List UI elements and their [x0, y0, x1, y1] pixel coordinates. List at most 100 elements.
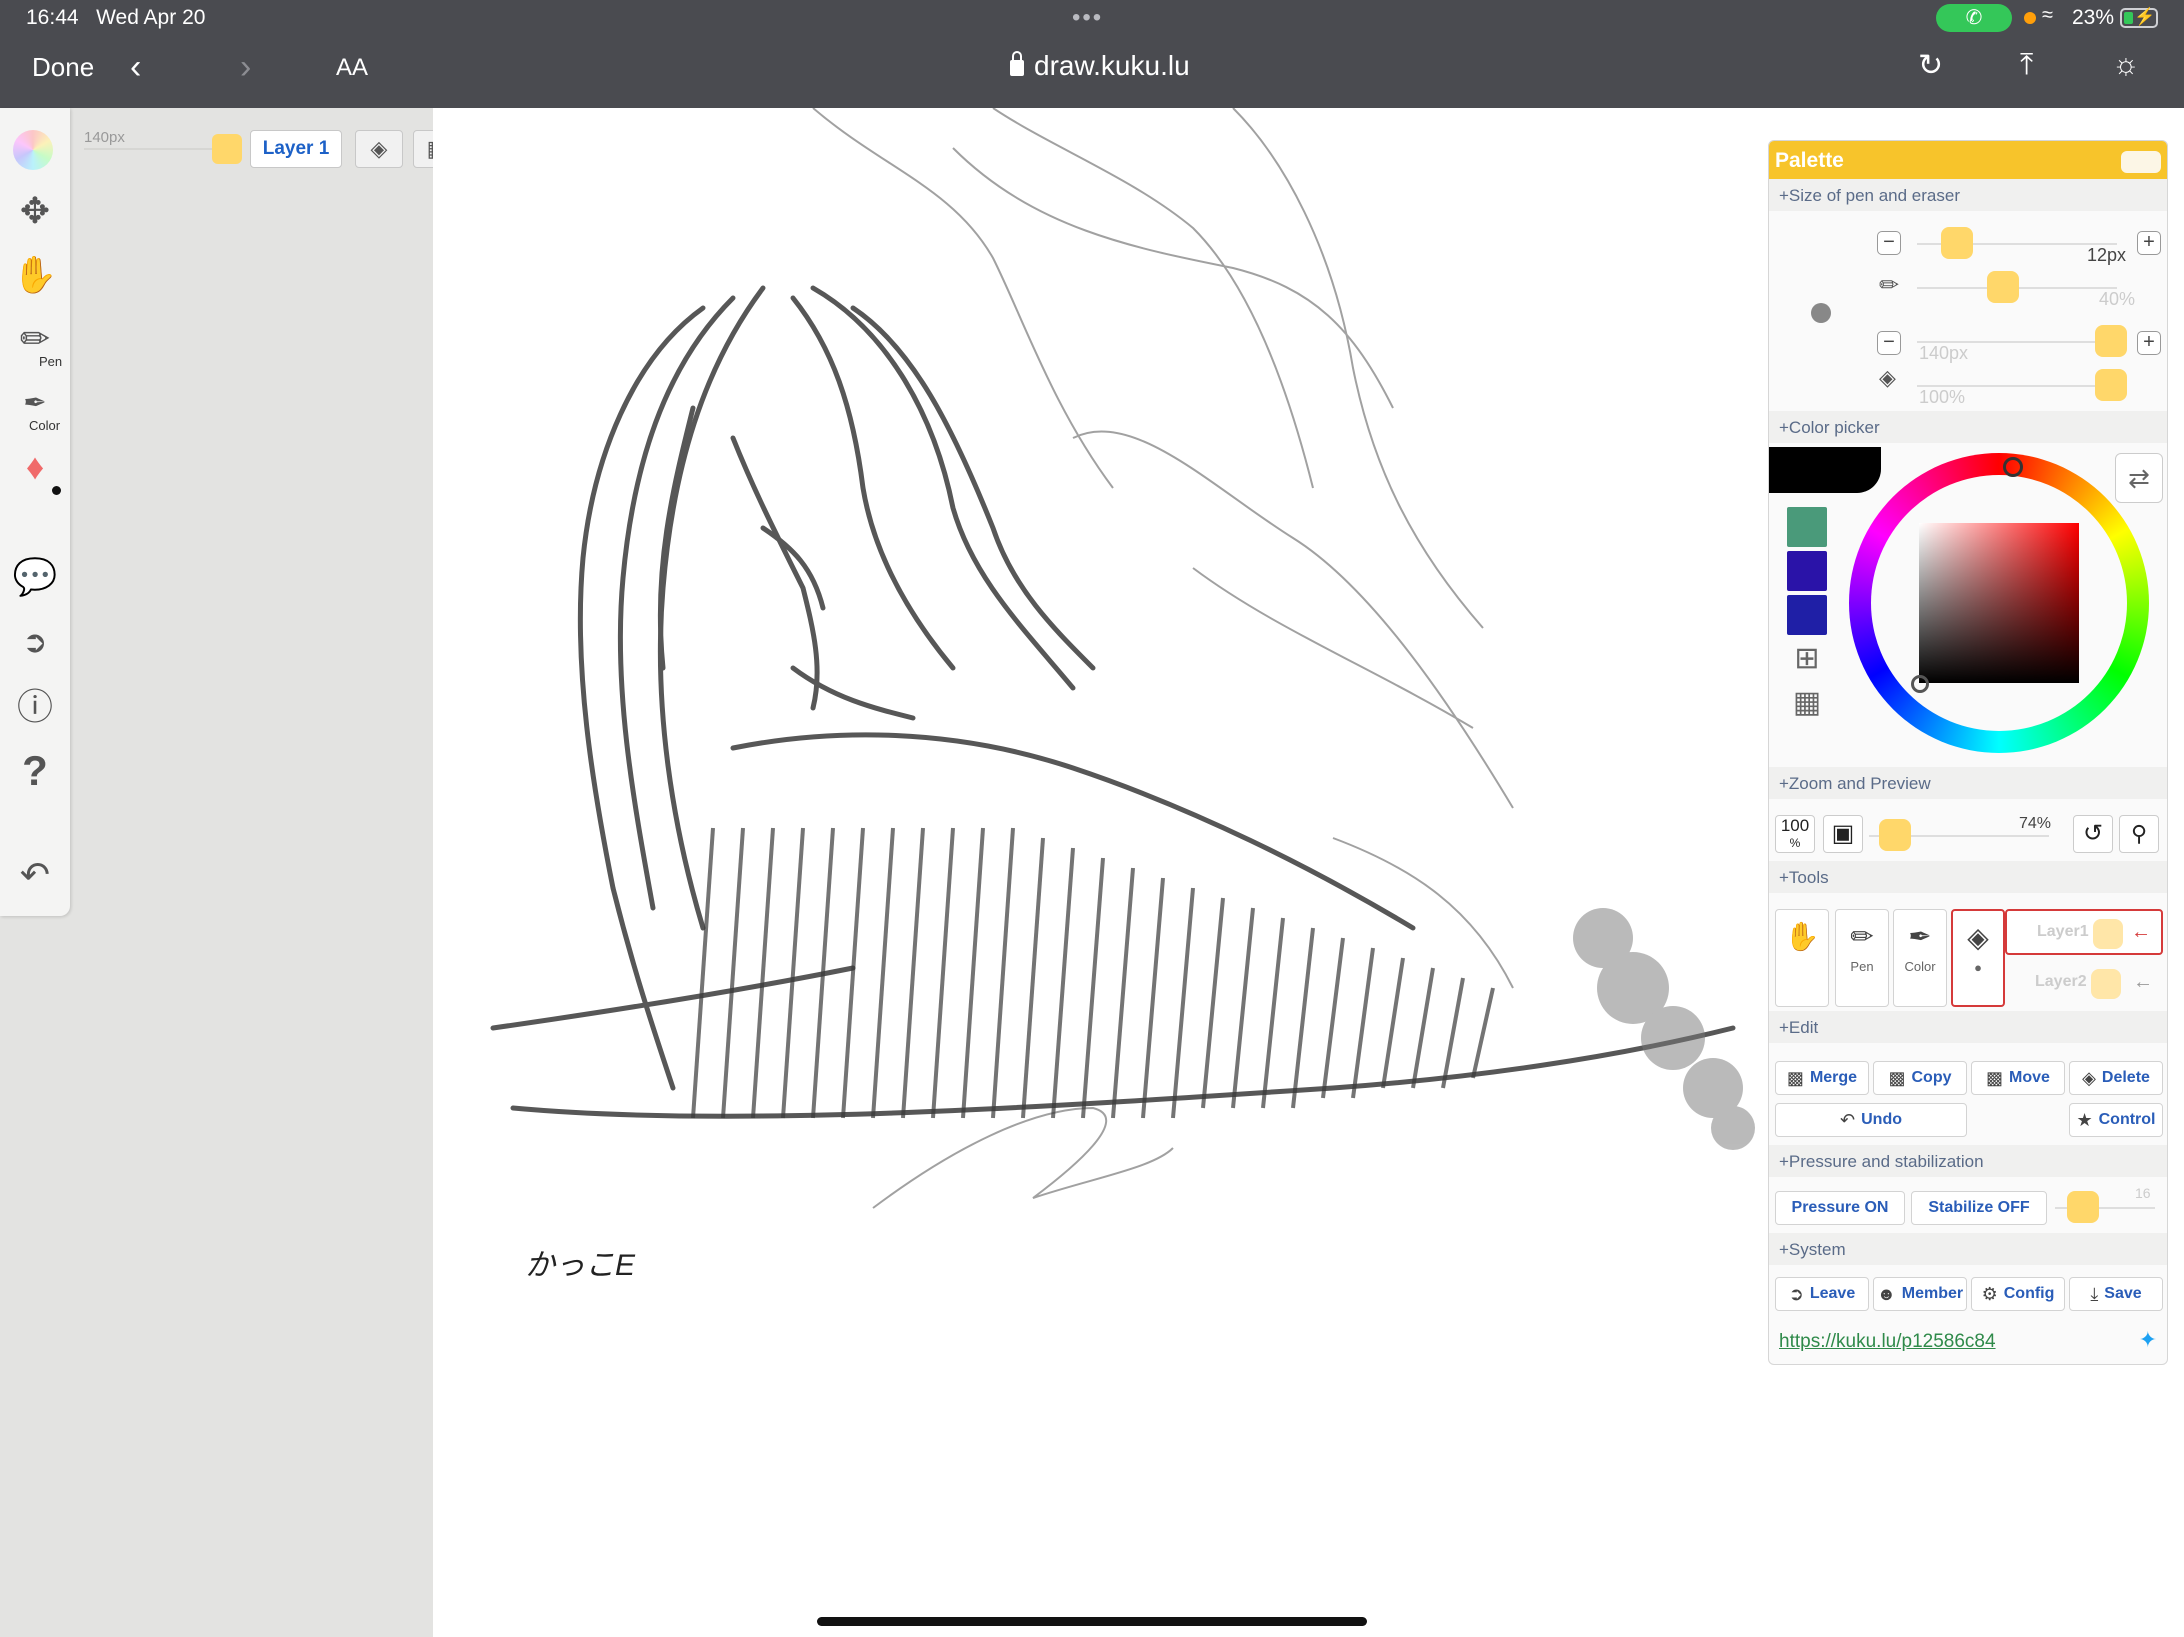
control-button[interactable]: ★ Control [2069, 1103, 2163, 1137]
hand-tool-button[interactable]: ✋ [1775, 909, 1829, 1007]
pen-size-plus-button[interactable]: + [2137, 231, 2161, 255]
member-button[interactable]: ☻ Member [1873, 1277, 1967, 1311]
hand-icon[interactable]: ✋ [10, 250, 60, 300]
section-zoom-head[interactable]: +Zoom and Preview [1769, 767, 2167, 799]
section-size-head[interactable]: +Size of pen and eraser [1769, 179, 2167, 211]
color-history-icon[interactable]: ⇄ [2115, 453, 2163, 503]
battery-percent: 23% [2072, 6, 2115, 29]
undo-button[interactable]: ↶ Undo [1775, 1103, 1967, 1137]
section-system-head[interactable]: +System [1769, 1233, 2167, 1265]
section-edit-head[interactable]: +Edit [1769, 1011, 2167, 1043]
layer1-row[interactable]: Layer1 ← [2005, 909, 2163, 955]
eraser-size-value: 140px [1919, 343, 1969, 363]
chat-icon[interactable]: 💬 [10, 552, 60, 602]
undo-icon[interactable]: ↶ [10, 850, 60, 900]
url-bar[interactable]: draw.kuku.lu [1010, 50, 1190, 82]
stabilize-knob[interactable] [2067, 1191, 2099, 1223]
home-indicator[interactable] [817, 1617, 1367, 1626]
url-text: draw.kuku.lu [1034, 50, 1190, 81]
eraser-size-minus-button[interactable]: − [1877, 331, 1901, 355]
pen-size-value: 12px [2087, 245, 2127, 265]
brush-preview-dot [1811, 303, 1831, 323]
pen-tool-button[interactable]: ✏ Pen [1835, 909, 1889, 1007]
pen-size-minus-button[interactable]: − [1877, 231, 1901, 255]
leave-button[interactable]: ➲ Leave [1775, 1277, 1869, 1311]
exit-icon: ➲ [1788, 1283, 1804, 1304]
browser-toolbar: 16:44 Wed Apr 20 ••• ✆ ≈ 23% ⚡ Done ‹ › … [0, 0, 2184, 108]
layer1-arrow-icon: ← [2131, 921, 2151, 943]
section-tools-head[interactable]: +Tools [1769, 861, 2167, 893]
twitter-icon[interactable]: ✦ [2139, 1327, 2157, 1353]
stabilize-value: 16 [2135, 1185, 2151, 1201]
room-link[interactable]: https://kuku.lu/p12586c84 [1779, 1331, 1996, 1353]
undo-icon: ↶ [1840, 1109, 1856, 1130]
pen-label: Pen [39, 354, 63, 369]
move-button[interactable]: ▩ Move [1971, 1061, 2065, 1095]
layer2-swatch [2091, 969, 2121, 999]
move-icon[interactable]: ✥ [10, 186, 60, 236]
add-swatch-icon[interactable]: ⊞ [1787, 639, 1827, 679]
merge-button[interactable]: ▩ Merge [1775, 1061, 1869, 1095]
color-tool-button[interactable]: ✒ Color [1893, 909, 1947, 1007]
move-icon: ▩ [1986, 1067, 2004, 1088]
color-swatch-3[interactable] [1787, 595, 1827, 635]
stabilize-toggle-button[interactable]: Stabilize OFF [1911, 1191, 2047, 1225]
help-icon[interactable]: ? [10, 746, 60, 796]
color-swatch-1[interactable] [1787, 507, 1827, 547]
eraser-tool-button[interactable]: ◈ ● [1951, 909, 2005, 1007]
layer-select-button[interactable]: Layer 1 [250, 130, 342, 168]
back-chevron-icon[interactable]: ‹ [130, 48, 141, 87]
zoom-100-button[interactable]: 100% [1775, 815, 1815, 853]
hue-handle[interactable] [2003, 457, 2023, 477]
pen-icon: ✏ [1850, 921, 1874, 952]
done-button[interactable]: Done [32, 52, 94, 83]
color-handle[interactable] [1911, 675, 1929, 693]
phone-icon[interactable]: ✆ [1936, 4, 2012, 32]
fit-screen-icon[interactable]: ▣ [1823, 815, 1863, 853]
pen-icon: ✏ [1879, 272, 1900, 299]
eraser-size-plus-button[interactable]: + [2137, 331, 2161, 355]
pen-opacity-value: 40% [2099, 289, 2136, 309]
share-icon[interactable]: ⤒ [2020, 48, 2033, 82]
copy-button[interactable]: ▩ Copy [1873, 1061, 1967, 1095]
color-wheel-icon[interactable] [13, 130, 53, 170]
reload-icon[interactable]: ↻ [1918, 48, 1943, 83]
compass-icon[interactable]: ☼ [2112, 48, 2140, 82]
hand-icon: ✋ [1784, 921, 1820, 952]
zoom-knob[interactable] [1879, 819, 1911, 851]
config-button[interactable]: ⚙ Config [1971, 1277, 2065, 1311]
forward-chevron-icon[interactable]: › [240, 48, 251, 87]
wifi-icon: ≈ [2042, 4, 2053, 26]
eraser-size-knob[interactable] [2095, 325, 2127, 357]
info-icon[interactable]: ⓘ [10, 682, 60, 732]
layer-color-swatch[interactable] [212, 134, 242, 164]
exit-icon[interactable]: ➲ [10, 618, 60, 668]
hue-ring[interactable] [1849, 453, 2149, 753]
pen-opacity-knob[interactable] [1987, 271, 2019, 303]
save-button[interactable]: ⤓ Save [2069, 1277, 2163, 1311]
palette-collapse-toggle[interactable] [2121, 151, 2161, 173]
palette-header[interactable]: Palette [1769, 141, 2167, 179]
current-color-swatch[interactable] [1769, 447, 1881, 493]
color-swatch-2[interactable] [1787, 551, 1827, 591]
multitasking-dots-icon[interactable]: ••• [1072, 4, 1103, 32]
layer2-row[interactable]: Layer2 ← [2005, 961, 2163, 1007]
rotate-view-icon[interactable]: ↺ [2073, 815, 2113, 853]
share-swatch-icon[interactable]: ▦ [1787, 683, 1827, 723]
pressure-toggle-button[interactable]: Pressure ON [1775, 1191, 1905, 1225]
brush-size-slider[interactable] [84, 148, 214, 150]
eraser-opacity-knob[interactable] [2095, 369, 2127, 401]
section-color-head[interactable]: +Color picker [1769, 411, 2167, 443]
palette-title: Palette [1775, 149, 1844, 172]
delete-button[interactable]: ◈ Delete [2069, 1061, 2163, 1095]
pen-size-knob[interactable] [1941, 227, 1973, 259]
layer-eraser-icon[interactable]: ◈ [355, 130, 403, 168]
magnifier-icon[interactable]: ⚲ [2119, 815, 2159, 853]
saturation-value-square[interactable] [1919, 523, 2079, 683]
eraser-icon[interactable]: ♦ [10, 442, 60, 492]
section-pressure-head[interactable]: +Pressure and stabilization [1769, 1145, 2167, 1177]
palette-panel: Palette +Size of pen and eraser − + 12px… [1768, 140, 2168, 1365]
copy-icon: ▩ [1888, 1067, 1906, 1088]
active-tool-dot [52, 486, 61, 495]
text-size-button[interactable]: AA [336, 54, 368, 82]
